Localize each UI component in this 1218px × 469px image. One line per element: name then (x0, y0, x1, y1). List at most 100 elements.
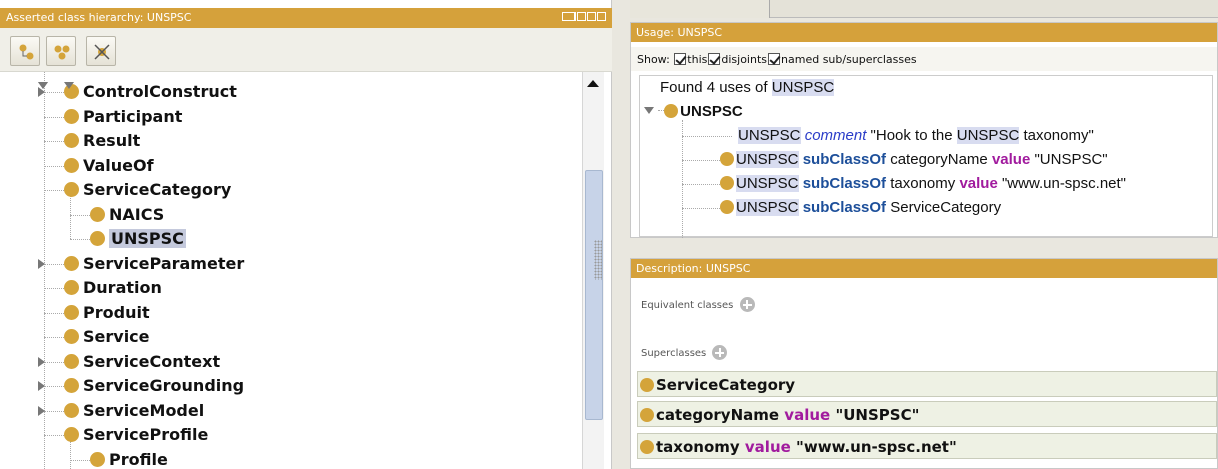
tree-node-label: ValueOf (83, 155, 154, 175)
class-icon (64, 157, 79, 173)
class-icon (64, 108, 79, 124)
description-panel: Description: UNSPSC Equivalent classes S… (630, 258, 1218, 469)
show-named-subsuper-checkbox[interactable] (768, 53, 781, 65)
view-options-icon[interactable] (562, 12, 576, 21)
collapse-triangle-icon[interactable] (38, 82, 48, 89)
tab[interactable] (630, 0, 770, 18)
add-subclass-icon (19, 44, 34, 60)
tree-node-serviceprofile[interactable]: ServiceProfile (64, 423, 208, 447)
usage-panel: Usage: UNSPSC Show: this disjoints named s… (630, 22, 1218, 238)
tree-node-produit[interactable]: Produit (64, 301, 150, 325)
add-sibling-button[interactable] (46, 36, 76, 66)
tree-node-label: ServiceModel (83, 400, 205, 420)
superclass-row[interactable]: categoryName value "UNSPSC" (637, 401, 1217, 427)
close-view-icon[interactable] (597, 12, 606, 21)
usage-list: Found 4 uses of UNSPSC UNSPSC UNSPSC com… (639, 75, 1213, 238)
tree-node-participant[interactable]: Participant (64, 105, 182, 129)
tree-node-profile[interactable]: Profile (90, 448, 168, 469)
superclass-name: ServiceCategory (656, 376, 796, 394)
class-icon (640, 408, 654, 422)
superclass-row[interactable]: taxonomy value "www.un-spsc.net" (637, 433, 1217, 459)
tree-node-valueof[interactable]: ValueOf (64, 154, 154, 178)
delete-class-icon (94, 44, 110, 60)
show-disjoints-checkbox[interactable] (708, 53, 721, 65)
superclass-row[interactable]: ServiceCategory (637, 371, 1217, 397)
class-icon (720, 200, 734, 214)
class-hierarchy-header: Asserted class hierarchy: UNSPSC (0, 8, 612, 28)
pin-icon[interactable] (577, 12, 586, 21)
usage-root-node[interactable]: UNSPSC (644, 100, 743, 124)
show-this-checkbox[interactable] (674, 53, 687, 65)
usage-subject: UNSPSC (736, 175, 799, 192)
tree-node-label: Produit (83, 302, 150, 322)
tree-node-controlconstruct[interactable]: ControlConstruct (64, 80, 237, 104)
class-icon (64, 402, 79, 418)
expand-triangle-icon[interactable] (38, 258, 45, 269)
usage-header: Usage: UNSPSC (631, 23, 1217, 42)
tree-node-label: ServiceContext (83, 351, 221, 371)
equivalent-classes-label: Equivalent classes (641, 300, 734, 311)
class-icon (64, 133, 79, 148)
show-this-label: this (687, 53, 708, 66)
panel-splitter[interactable] (594, 240, 602, 280)
view-controls (561, 12, 606, 24)
add-sibling-icon (54, 45, 70, 60)
usage-row-subclass-categoryname[interactable]: UNSPSC subClassOf categoryName value "UN… (720, 148, 1108, 172)
usage-property: taxonomy (890, 175, 956, 192)
expand-triangle-icon[interactable] (38, 405, 45, 416)
tree-node-naics[interactable]: NAICS (90, 203, 164, 227)
superclass-value: "www.un-spsc.net" (796, 438, 957, 456)
add-equivalent-class-icon[interactable] (739, 297, 755, 312)
tree-node-servicegrounding[interactable]: ServiceGrounding (64, 374, 244, 398)
class-icon (64, 182, 79, 197)
tree-node-serviceparameter[interactable]: ServiceParameter (64, 252, 244, 276)
equivalent-classes-section: Equivalent classes (641, 297, 755, 312)
usage-row-subclass-servicecategory[interactable]: UNSPSC subClassOf ServiceCategory (720, 196, 1001, 220)
usage-keyword: subClassOf (802, 151, 887, 168)
class-icon (64, 255, 79, 271)
class-icon (720, 176, 734, 190)
expand-triangle-icon[interactable] (38, 381, 45, 391)
class-icon (64, 304, 79, 320)
tree-node-unspsc[interactable]: UNSPSC (90, 227, 186, 251)
scroll-up-arrow-icon[interactable] (587, 80, 599, 87)
show-named-subsuper-label: named sub/superclasses (781, 53, 917, 66)
description-header: Description: UNSPSC (631, 259, 1217, 278)
class-icon (64, 427, 79, 442)
tree-node-label: Duration (83, 278, 162, 297)
tree-node-servicecontext[interactable]: ServiceContext (64, 350, 220, 374)
add-subclass-button[interactable] (10, 36, 40, 66)
collapse-triangle-icon[interactable] (644, 107, 654, 114)
delete-class-button[interactable] (86, 36, 116, 66)
tree-node-duration[interactable]: Duration (64, 276, 162, 300)
description-title: Description: UNSPSC (636, 262, 751, 275)
superclasses-section: Superclasses (641, 345, 728, 360)
tree-node-label: ServiceCategory (83, 180, 232, 199)
collapse-triangle-icon[interactable] (64, 82, 74, 89)
usage-keyword: comment (804, 127, 867, 144)
usage-filter-bar: Show: this disjoints named sub/superclasse… (631, 47, 1217, 71)
maximize-icon[interactable] (587, 12, 596, 21)
value-keyword: value (744, 438, 791, 456)
usage-value-keyword: value (959, 175, 998, 192)
superclass-value: "UNSPSC" (835, 406, 920, 424)
tree-node-result[interactable]: Result (64, 129, 140, 153)
scrollbar-thumb[interactable] (585, 170, 603, 420)
expand-triangle-icon[interactable] (38, 356, 45, 367)
class-hierarchy-panel: Asserted class hierarchy: UNSPSC Control… (0, 0, 612, 469)
usage-row-comment[interactable]: UNSPSC comment "Hook to the UNSPSC taxon… (738, 124, 1094, 148)
tree-node-label: NAICS (109, 204, 165, 224)
usage-summary: Found 4 uses of UNSPSC (660, 76, 835, 100)
tree-node-service[interactable]: Service (64, 325, 150, 349)
entity-tabs-strip (630, 0, 1218, 18)
add-superclass-icon[interactable] (712, 345, 728, 360)
usage-keyword: subClassOf (802, 175, 887, 192)
show-disjoints-label: disjoints (721, 53, 768, 66)
usage-count-text: Found 4 uses of (660, 79, 768, 96)
tree-node-servicemodel[interactable]: ServiceModel (64, 399, 204, 423)
tree-node-label: Participant (83, 106, 183, 126)
usage-row-subclass-taxonomy[interactable]: UNSPSC subClassOf taxonomy value "www.un… (720, 172, 1126, 196)
usage-literal-tail: taxonomy" (1023, 127, 1094, 144)
usage-literal: "Hook to the (870, 127, 953, 144)
tree-node-servicecategory[interactable]: ServiceCategory (64, 178, 231, 202)
